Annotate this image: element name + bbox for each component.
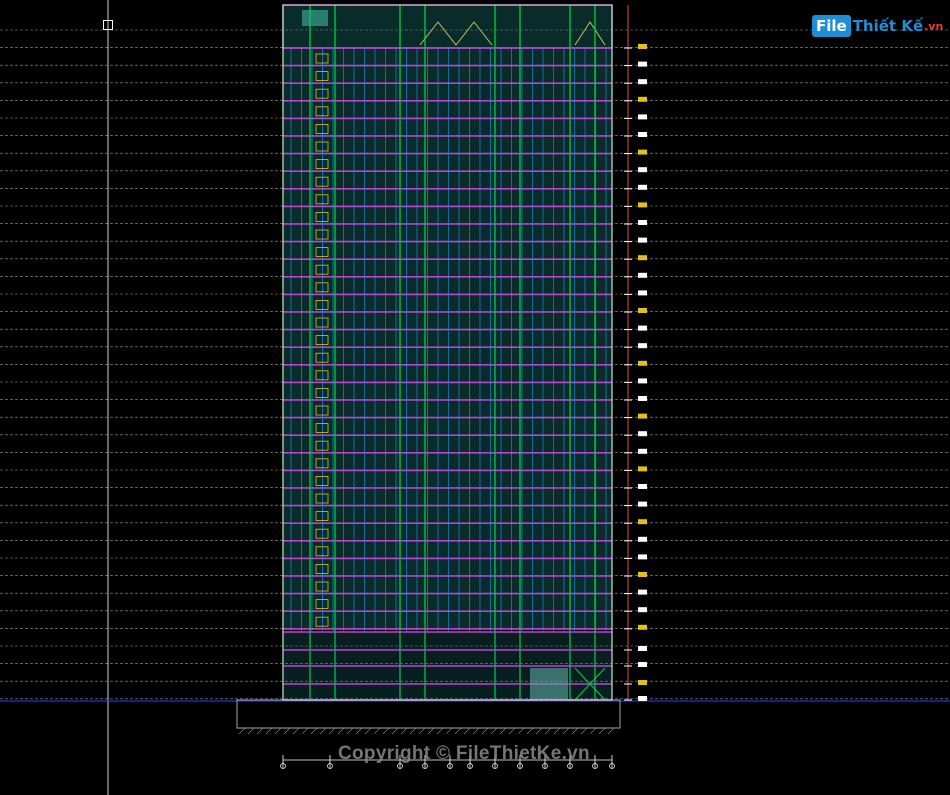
level-tag <box>638 290 647 296</box>
basement <box>236 699 621 729</box>
level-tag <box>638 413 647 419</box>
level-tag <box>638 519 647 525</box>
hatch <box>256 727 264 735</box>
logo-suffix: .vn <box>924 19 944 33</box>
hatch <box>337 727 345 735</box>
level-tag <box>638 484 647 489</box>
level-tag <box>638 501 647 507</box>
level-tag <box>638 255 647 261</box>
level-tag <box>638 114 647 120</box>
logo-box: File <box>812 15 851 37</box>
hatch <box>328 727 336 735</box>
level-tag <box>638 202 647 208</box>
level-tag <box>638 220 647 225</box>
hatch <box>418 727 426 735</box>
cad-elevation-drawing[interactable] <box>0 0 950 795</box>
hatch <box>472 727 480 735</box>
hatch <box>274 727 282 735</box>
hatch <box>346 727 354 735</box>
hatch <box>436 727 444 735</box>
hatch <box>562 727 570 735</box>
hatch <box>391 727 399 735</box>
hatch <box>355 727 363 735</box>
level-tag <box>638 448 647 454</box>
hatch <box>382 727 390 735</box>
hatch <box>409 727 417 735</box>
hatch <box>319 727 327 735</box>
hatch <box>607 727 615 735</box>
level-tag <box>638 237 647 243</box>
hatch <box>526 727 534 735</box>
crosshair-box-icon[interactable] <box>103 20 113 30</box>
hatch <box>598 727 606 735</box>
hatch <box>463 727 471 735</box>
hatch <box>490 727 498 735</box>
level-tag <box>638 272 647 278</box>
hatch <box>400 727 408 735</box>
level-tag <box>638 343 647 349</box>
copyright-watermark: Copyright © FileThietKe.vn <box>338 743 590 764</box>
hatch <box>247 727 255 735</box>
logo: File Thiết Kế .vn <box>812 12 943 40</box>
facade-fill <box>283 5 612 630</box>
building-elevation <box>236 4 621 735</box>
hatch <box>580 727 588 735</box>
level-tag <box>638 680 647 685</box>
hatch <box>238 727 246 735</box>
level-tag <box>638 325 647 331</box>
level-tag <box>638 589 647 595</box>
level-tag <box>638 607 647 613</box>
level-tag <box>638 61 647 67</box>
hatch <box>517 727 525 735</box>
hatch <box>310 727 318 735</box>
level-tag <box>638 662 647 667</box>
hatch <box>481 727 489 735</box>
level-tag <box>638 308 647 313</box>
level-tag <box>638 79 647 85</box>
hatch <box>373 727 381 735</box>
level-markers <box>624 5 647 701</box>
level-tag <box>638 572 647 577</box>
hatch <box>508 727 516 735</box>
level-tag <box>638 554 647 560</box>
hatch <box>454 727 462 735</box>
logo-text: Thiết Kế <box>852 17 924 35</box>
hatch <box>283 727 291 735</box>
level-tag <box>638 646 647 651</box>
level-tag <box>638 360 647 366</box>
level-tag <box>638 536 647 542</box>
level-tag <box>638 696 647 701</box>
hatch <box>364 727 372 735</box>
hatch <box>535 727 543 735</box>
roof-tank <box>302 10 328 26</box>
level-tag <box>638 466 647 472</box>
hatch <box>544 727 552 735</box>
hatch <box>589 727 597 735</box>
hatch <box>427 727 435 735</box>
level-tag <box>638 431 647 437</box>
level-tag <box>638 149 647 155</box>
hatch <box>265 727 273 735</box>
level-tag <box>638 378 647 384</box>
level-tag <box>638 44 647 49</box>
hatch <box>571 727 579 735</box>
hatch <box>499 727 507 735</box>
hatch <box>292 727 300 735</box>
level-tag <box>638 184 647 190</box>
hatch <box>445 727 453 735</box>
level-tag <box>638 396 647 401</box>
level-tag <box>638 132 647 137</box>
hatch <box>301 727 309 735</box>
level-tag <box>638 167 647 173</box>
hatch <box>553 727 561 735</box>
podium-block <box>530 668 568 700</box>
level-tag <box>638 96 647 102</box>
level-tag <box>638 624 647 630</box>
